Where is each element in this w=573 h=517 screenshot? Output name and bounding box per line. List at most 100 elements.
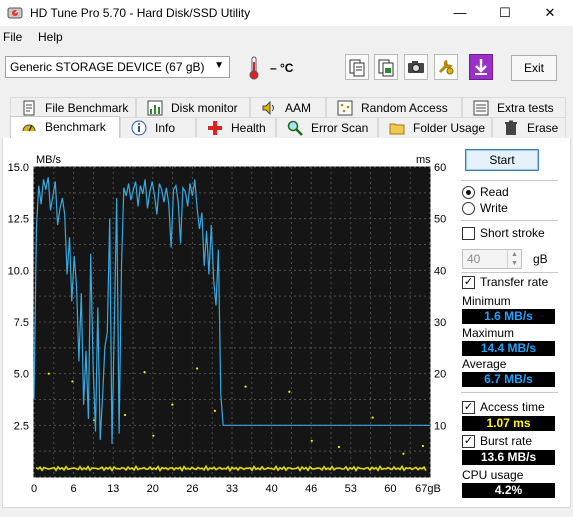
tab-disk-monitor[interactable]: Disk monitor bbox=[136, 97, 250, 117]
y-left-tick-label: 7.5 bbox=[14, 317, 29, 329]
x-tick-label: 13 bbox=[107, 483, 119, 495]
device-select[interactable]: Generic STORAGE DEVICE (67 gB) ▼ bbox=[5, 56, 230, 78]
y-right-tick-label: 10 bbox=[434, 420, 446, 432]
access-time-point bbox=[152, 434, 155, 437]
toolbar: Generic STORAGE DEVICE (67 gB) ▼ – °C Ex… bbox=[0, 52, 573, 86]
random-access-icon bbox=[337, 100, 353, 116]
transfer-rate-check-indicator[interactable]: ✓ bbox=[462, 276, 475, 289]
y-right-tick-label: 40 bbox=[434, 265, 446, 277]
y-axis-right-label: ms bbox=[416, 154, 431, 166]
exit-button[interactable]: Exit bbox=[511, 55, 557, 81]
file-benchmark-icon bbox=[23, 100, 35, 116]
burst-rate-check-indicator[interactable]: ✓ bbox=[462, 435, 475, 448]
benchmark-icon bbox=[22, 124, 36, 132]
benchmark-controls: Start Read Write Short stroke 40 ▲ ▼ gB ✓… bbox=[458, 146, 562, 501]
y-right-tick-label: 60 bbox=[434, 162, 446, 174]
access-time-point bbox=[123, 413, 127, 417]
close-button[interactable]: ✕ bbox=[527, 0, 573, 26]
device-select-value: Generic STORAGE DEVICE (67 gB) bbox=[10, 60, 205, 74]
tab-error-scan[interactable]: Error Scan bbox=[276, 117, 378, 137]
minimum-value: 1.6 MB/s bbox=[462, 309, 555, 324]
access-time-point bbox=[288, 390, 291, 393]
maximum-value: 14.4 MB/s bbox=[462, 341, 555, 356]
x-tick-label: 53 bbox=[345, 483, 357, 495]
x-tick-label: 0 bbox=[31, 483, 37, 495]
y-left-tick-label: 15.0 bbox=[8, 162, 29, 174]
short-stroke-unit: gB bbox=[533, 252, 548, 266]
tab-benchmark[interactable]: Benchmark bbox=[10, 116, 120, 138]
average-label: Average bbox=[462, 357, 507, 371]
camera-icon bbox=[408, 61, 424, 73]
menu-bar: File Help bbox=[0, 28, 573, 48]
maximum-label: Maximum bbox=[462, 326, 515, 340]
extra-tests-icon bbox=[473, 100, 489, 116]
short-stroke-spinner[interactable]: 40 ▲ ▼ bbox=[462, 249, 522, 269]
tab-extra-tests[interactable]: Extra tests bbox=[462, 97, 566, 117]
magnifier-icon bbox=[287, 120, 303, 136]
tab-random-access[interactable]: Random Access bbox=[326, 97, 462, 117]
y-axis-left-label: MB/s bbox=[36, 154, 62, 166]
screenshot-button[interactable] bbox=[404, 54, 428, 80]
tab-health[interactable]: Health bbox=[196, 117, 276, 137]
maximize-button[interactable]: ☐ bbox=[482, 0, 528, 26]
y-left-tick-label: 10.0 bbox=[8, 265, 29, 277]
x-tick-label: 60 bbox=[384, 483, 396, 495]
x-tick-label: 20 bbox=[147, 483, 159, 495]
start-button[interactable]: Start bbox=[465, 149, 539, 171]
access-time-point bbox=[310, 439, 313, 442]
tab-folder-usage[interactable]: Folder Usage bbox=[378, 117, 492, 137]
access-time-point bbox=[337, 445, 341, 449]
window-title: HD Tune Pro 5.70 - Hard Disk/SSD Utility bbox=[30, 6, 251, 20]
divider bbox=[461, 272, 558, 273]
x-tick-label: 6 bbox=[71, 483, 77, 495]
tab-info[interactable]: Info bbox=[120, 117, 196, 137]
copy-image-button[interactable] bbox=[374, 54, 398, 80]
temperature-readout: – °C bbox=[270, 61, 294, 75]
copy-icon bbox=[349, 59, 365, 77]
minimum-label: Minimum bbox=[462, 294, 511, 308]
title-bar: HD Tune Pro 5.70 - Hard Disk/SSD Utility… bbox=[0, 0, 573, 26]
access-time-point bbox=[71, 380, 74, 383]
access-time-point bbox=[421, 444, 425, 448]
divider bbox=[461, 392, 558, 393]
spinner-arrows-icon[interactable]: ▲ ▼ bbox=[507, 250, 521, 268]
access-time-point bbox=[213, 409, 216, 412]
chevron-down-icon: ▼ bbox=[214, 60, 224, 71]
copy-image-icon bbox=[378, 59, 394, 77]
write-radio-indicator[interactable] bbox=[462, 202, 475, 215]
access-time-point bbox=[47, 372, 50, 375]
folder-icon bbox=[389, 123, 405, 135]
access-time-point bbox=[143, 371, 146, 374]
speaker-icon bbox=[262, 100, 274, 116]
info-icon bbox=[131, 120, 147, 136]
tab-erase[interactable]: Erase bbox=[492, 117, 566, 137]
thermometer-icon bbox=[249, 56, 259, 80]
tab-aam[interactable]: AAM bbox=[250, 97, 326, 117]
y-right-tick-label: 30 bbox=[434, 317, 446, 329]
health-cross-icon bbox=[208, 121, 222, 135]
divider bbox=[461, 180, 558, 181]
x-tick-label: 40 bbox=[265, 483, 277, 495]
x-tick-label: 46 bbox=[305, 483, 317, 495]
minimize-button[interactable]: — bbox=[437, 0, 483, 26]
cpu-usage-label: CPU usage bbox=[462, 468, 524, 482]
tab-file-benchmark[interactable]: File Benchmark bbox=[10, 97, 136, 117]
benchmark-chart: 15.0 12.5 10.0 7.5 5.0 2.5 60 50 40 30 20 10 0 6 13 20 2… bbox=[8, 154, 447, 495]
access-time-point bbox=[196, 367, 199, 370]
access-time-check-indicator[interactable]: ✓ bbox=[462, 401, 475, 414]
short-stroke-check-indicator[interactable] bbox=[462, 227, 475, 240]
access-time-point bbox=[402, 452, 405, 455]
access-time-point bbox=[244, 385, 247, 388]
burst-rate-value: 13.6 MB/s bbox=[462, 450, 555, 465]
x-tick-label: 33 bbox=[226, 483, 238, 495]
read-radio-indicator[interactable] bbox=[462, 186, 475, 199]
y-right-tick-label: 50 bbox=[434, 214, 446, 226]
save-button[interactable] bbox=[469, 54, 493, 80]
menu-help[interactable]: Help bbox=[38, 30, 63, 44]
options-button[interactable] bbox=[434, 54, 458, 80]
hd-tune-app-icon bbox=[7, 7, 23, 19]
menu-file[interactable]: File bbox=[3, 30, 22, 44]
copy-text-button[interactable] bbox=[345, 54, 369, 80]
y-left-tick-label: 5.0 bbox=[14, 369, 29, 381]
y-left-tick-label: 12.5 bbox=[8, 214, 29, 226]
